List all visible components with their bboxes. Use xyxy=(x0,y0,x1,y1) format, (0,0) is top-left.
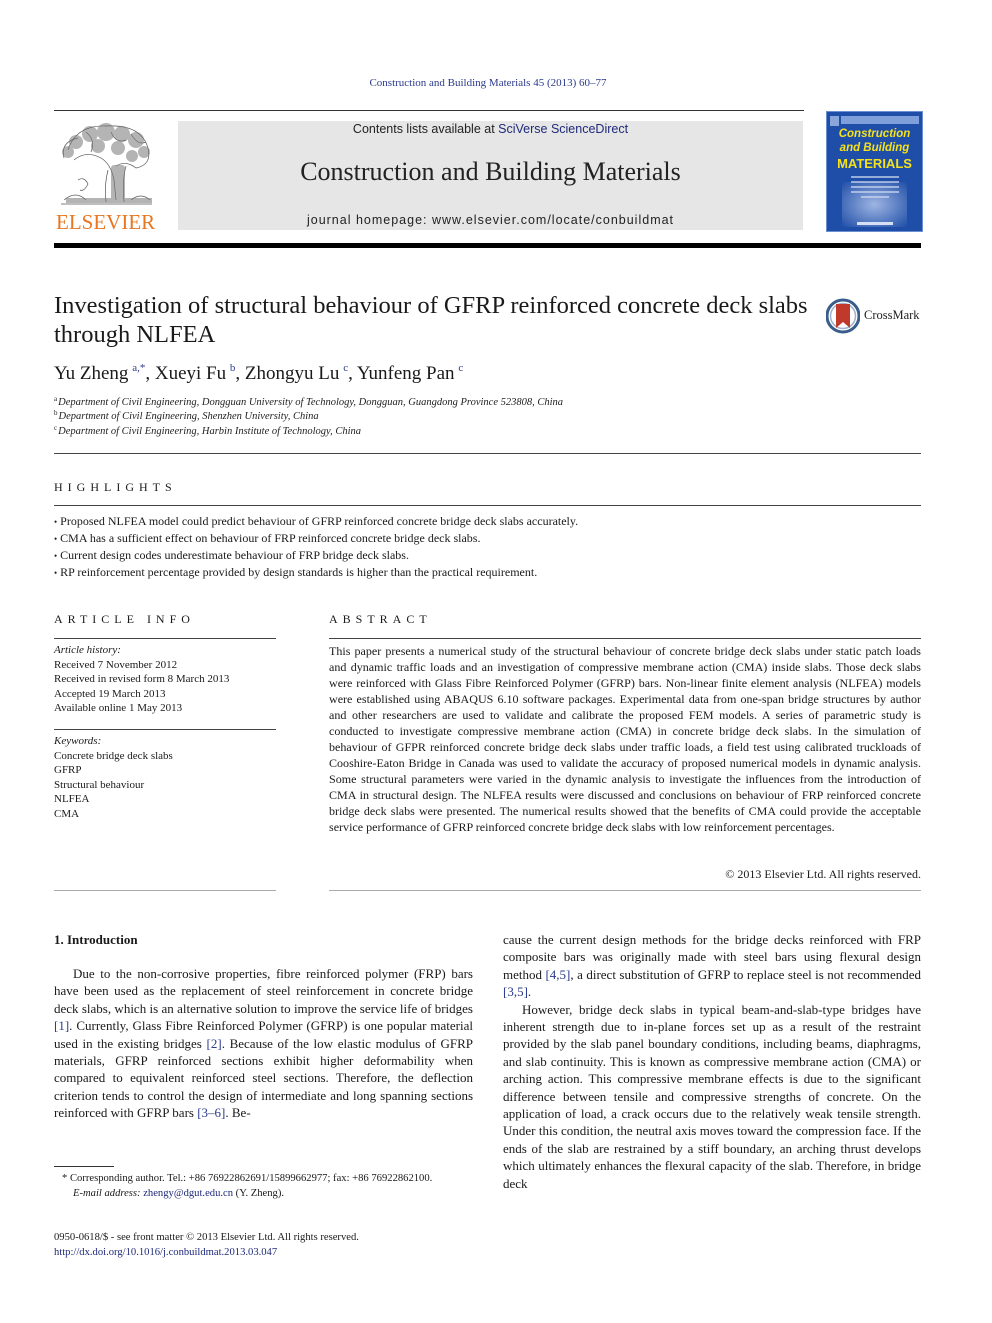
highlight-item: Current design codes underestimate behav… xyxy=(54,547,914,564)
citation-link[interactable]: [3,5] xyxy=(503,984,528,999)
body-column-right: cause the current design methods for the… xyxy=(503,931,921,1192)
cover-publisher-mark xyxy=(830,116,839,126)
cover-subtitle-lines xyxy=(851,176,899,201)
issn-line: 0950-0618/$ - see front matter © 2013 El… xyxy=(54,1232,359,1243)
author[interactable]: Zhongyu Lu c xyxy=(245,362,348,384)
citation-link[interactable]: [1] xyxy=(54,1018,69,1033)
citation-link[interactable]: [2] xyxy=(207,1036,222,1051)
email-note: E-mail address: zhengy@dgut.edu.cn (Y. Z… xyxy=(73,1188,285,1199)
article-info-rule xyxy=(54,638,276,639)
cover-footer-mark xyxy=(857,222,893,225)
keyword: NLFEA xyxy=(54,793,90,805)
abstract-text: This paper presents a numerical study of… xyxy=(329,644,921,834)
keywords-label: Keywords: xyxy=(54,735,102,747)
history-item: Received 7 November 2012 xyxy=(54,658,178,671)
keyword: GFRP xyxy=(54,764,82,776)
author-affiliation-ref[interactable]: c xyxy=(458,362,463,374)
affiliation: cDepartment of Civil Engineering, Harbin… xyxy=(54,424,362,437)
abstract-bottom-rule xyxy=(329,890,921,891)
history-label: Article history: xyxy=(54,644,121,656)
section-divider xyxy=(54,453,921,454)
header-rule xyxy=(54,110,804,111)
cover-title-line3: MATERIALS xyxy=(837,156,912,171)
front-matter: 0950-0618/$ - see front matter © 2013 El… xyxy=(54,1230,494,1260)
author[interactable]: Yu Zheng a,* xyxy=(54,362,145,384)
elsevier-tree-icon xyxy=(61,123,152,205)
journal-cover-image[interactable]: Construction and Building MATERIALS xyxy=(826,111,923,232)
article-title: Investigation of structural behaviour of… xyxy=(54,292,808,348)
crossmark-icon xyxy=(826,298,860,334)
cover-title-line1: Construction xyxy=(838,128,911,140)
paragraph: Due to the non-corrosive properties, fib… xyxy=(54,966,473,1121)
history-item: Available online 1 May 2013 xyxy=(54,702,183,714)
footnote-rule xyxy=(54,1166,114,1167)
history-item: Received in revised form 8 March 2013 xyxy=(54,673,230,685)
keywords: Keywords: Concrete bridge deck slabs GFR… xyxy=(54,734,276,821)
contents-prefix: Contents lists available at xyxy=(352,122,499,136)
citation-link[interactable]: [3–6] xyxy=(197,1105,225,1120)
crossmark-badge[interactable]: CrossMark xyxy=(826,298,926,334)
masthead-thick-rule xyxy=(54,243,921,248)
author[interactable]: Xueyi Fu b xyxy=(155,362,236,384)
keywords-rule xyxy=(54,729,276,730)
affiliation: bDepartment of Civil Engineering, Shenzh… xyxy=(54,409,319,422)
highlights-rule xyxy=(54,505,921,506)
highlights-list: Proposed NLFEA model could predict behav… xyxy=(54,513,914,581)
contents-availability: Contents lists available at SciVerse Sci… xyxy=(178,122,803,136)
cover-strip xyxy=(841,116,919,124)
abstract-rule xyxy=(329,638,921,639)
journal-masthead: Contents lists available at SciVerse Sci… xyxy=(178,121,803,230)
section-heading-introduction: 1. Introduction xyxy=(54,932,138,947)
elsevier-wordmark: ELSEVIER xyxy=(56,210,156,234)
elsevier-logo[interactable]: ELSEVIER xyxy=(54,120,160,234)
footnote: * Corresponding author. Tel.: +86 769228… xyxy=(54,1171,473,1201)
body-column-left: Due to the non-corrosive properties, fib… xyxy=(54,965,473,1122)
cover-title-line2: and Building xyxy=(839,142,910,154)
affiliation: aDepartment of Civil Engineering, Donggu… xyxy=(54,395,564,408)
history-item: Accepted 19 March 2013 xyxy=(54,687,166,700)
highlight-item: RP reinforcement percentage provided by … xyxy=(54,564,914,581)
keyword: CMA xyxy=(54,807,80,820)
article-info-bottom-rule xyxy=(54,890,276,891)
doi-link[interactable]: http://dx.doi.org/10.1016/j.conbuildmat.… xyxy=(54,1245,494,1260)
journal-citation-link[interactable]: Construction and Building Materials 45 (… xyxy=(0,77,976,89)
keyword: Concrete bridge deck slabs xyxy=(54,749,173,762)
highlight-item: Proposed NLFEA model could predict behav… xyxy=(54,513,914,530)
abstract-copyright: © 2013 Elsevier Ltd. All rights reserved… xyxy=(725,867,921,881)
author-affiliation-ref[interactable]: a,* xyxy=(132,362,145,374)
paragraph: However, bridge deck slabs in typical be… xyxy=(503,1001,921,1191)
article-info-heading: ARTICLE INFO xyxy=(54,612,195,626)
citation-link[interactable]: [4,5] xyxy=(545,967,570,982)
email-link[interactable]: zhengy@dgut.edu.cn xyxy=(143,1188,233,1199)
journal-homepage-link[interactable]: journal homepage: www.elsevier.com/locat… xyxy=(178,213,803,227)
crossmark-label: CrossMark xyxy=(864,308,920,322)
abstract-heading: ABSTRACT xyxy=(329,612,432,626)
sciencedirect-link[interactable]: SciVerse ScienceDirect xyxy=(498,122,628,136)
highlight-item: CMA has a sufficient effect on behaviour… xyxy=(54,530,914,547)
corresponding-author-note: * Corresponding author. Tel.: +86 769228… xyxy=(62,1173,433,1184)
author[interactable]: Yunfeng Pan c xyxy=(357,362,463,384)
article-history: Article history: Received 7 November 201… xyxy=(54,643,276,716)
author-list: Yu Zheng a,*, Xueyi Fu b, Zhongyu Lu c, … xyxy=(54,362,464,384)
highlights-heading: HIGHLIGHTS xyxy=(54,480,177,494)
paragraph: cause the current design methods for the… xyxy=(503,932,922,1000)
keyword: Structural behaviour xyxy=(54,778,145,791)
journal-title: Construction and Building Materials xyxy=(300,157,681,186)
